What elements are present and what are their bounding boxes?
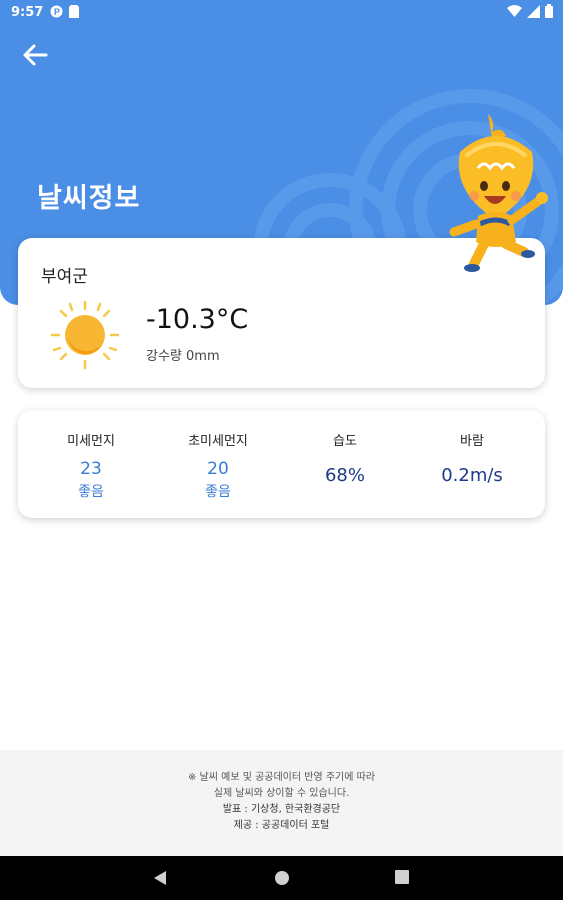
- footer-notice: ※ 날씨 예보 및 공공데이터 반영 주기에 따라 실제 날씨와 상이할 수 있…: [0, 750, 563, 856]
- air-quality-card: 미세먼지 23 좋음 초미세먼지 20 좋음 습도 68% 바람 0.2m/s: [18, 410, 545, 518]
- stat-grade: 좋음: [78, 484, 104, 500]
- footer-provider: 제공 : 공공데이터 포털: [233, 820, 330, 831]
- stat-label: 미세먼지: [67, 434, 115, 449]
- page-title: 날씨정보: [37, 183, 141, 214]
- battery-icon: [545, 4, 553, 18]
- wind-stat: 바람 0.2m/s: [407, 430, 537, 486]
- sim-card-icon: [69, 5, 79, 18]
- footer-notice-line: 실제 날씨와 상이할 수 있습니다.: [213, 788, 350, 799]
- stat-label: 습도: [333, 434, 357, 449]
- status-time: 9:57: [11, 5, 44, 20]
- stat-value: 20: [207, 459, 229, 479]
- back-arrow-icon: [23, 44, 48, 66]
- back-button[interactable]: [18, 40, 54, 70]
- stat-grade: 좋음: [205, 484, 231, 500]
- footer-source: 발표 : 기상청, 한국환경공단: [222, 804, 341, 815]
- footer-notice-line: ※ 날씨 예보 및 공공데이터 반영 주기에 따라: [187, 772, 376, 783]
- nav-home-icon[interactable]: [274, 870, 290, 886]
- navigation-bar: [0, 856, 563, 900]
- fine-dust-stat: 미세먼지 23 좋음: [26, 430, 156, 501]
- stat-value: 23: [80, 459, 102, 479]
- wifi-icon: [507, 5, 522, 17]
- status-bar: 9:57 P: [0, 0, 563, 26]
- nav-back-icon[interactable]: [153, 870, 167, 886]
- stat-value: 68%: [324, 465, 365, 486]
- svg-text:P: P: [54, 7, 60, 17]
- sun-icon: [50, 300, 120, 370]
- temperature: -10.3°C: [146, 304, 249, 335]
- stat-label: 초미세먼지: [188, 434, 248, 449]
- precipitation: 강수량 0mm: [146, 349, 220, 364]
- stat-value: 0.2m/s: [441, 465, 503, 486]
- signal-icon: [527, 4, 540, 18]
- notification-icon: P: [50, 5, 63, 18]
- ultrafine-dust-stat: 초미세먼지 20 좋음: [153, 430, 283, 501]
- mascot-character-icon: [449, 114, 548, 272]
- region-name: 부여군: [41, 267, 88, 287]
- nav-recents-icon[interactable]: [395, 870, 409, 884]
- stat-label: 바람: [460, 434, 484, 449]
- humidity-stat: 습도 68%: [280, 430, 410, 486]
